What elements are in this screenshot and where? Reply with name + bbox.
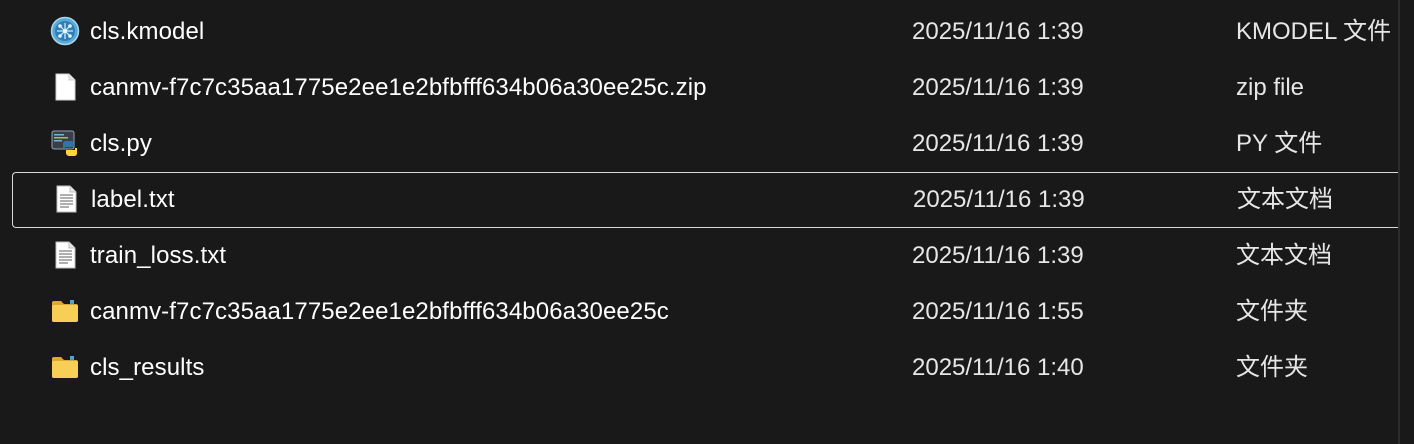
file-name: train_loss.txt (90, 242, 227, 269)
file-row-cls-py[interactable]: cls.py 2025/11/16 1:39 PY 文件 (0, 116, 1398, 172)
file-name: cls_results (90, 354, 205, 381)
text-file-icon (51, 184, 81, 214)
file-row-train-loss-txt[interactable]: train_loss.txt 2025/11/16 1:39 文本文档 (0, 228, 1398, 284)
file-date: 2025/11/16 1:39 (912, 242, 1084, 269)
python-file-icon (50, 128, 80, 158)
file-list: cls.kmodel 2025/11/16 1:39 KMODEL 文件 can… (0, 4, 1398, 396)
file-name: cls.kmodel (90, 18, 205, 45)
text-file-icon (50, 240, 80, 270)
blank-file-icon (50, 72, 80, 102)
file-row-cls-results-folder[interactable]: cls_results 2025/11/16 1:40 文件夹 (0, 340, 1398, 396)
file-type: 文件夹 (1236, 298, 1308, 325)
file-type: PY 文件 (1236, 130, 1323, 157)
file-date: 2025/11/16 1:39 (913, 186, 1085, 213)
file-row-canmv-folder[interactable]: canmv-f7c7c35aa1775e2ee1e2bfbfff634b06a3… (0, 284, 1398, 340)
file-name: cls.py (90, 130, 152, 157)
file-type: zip file (1236, 74, 1305, 101)
file-row-label-txt[interactable]: label.txt 2025/11/16 1:39 文本文档 (12, 172, 1398, 228)
file-row-zip[interactable]: canmv-f7c7c35aa1775e2ee1e2bfbfff634b06a3… (0, 60, 1398, 116)
file-date: 2025/11/16 1:39 (912, 74, 1084, 101)
kmodel-file-icon (50, 16, 80, 46)
scrollbar-track[interactable] (1398, 0, 1400, 444)
file-type: 文件夹 (1236, 354, 1308, 381)
file-type: 文本文档 (1237, 186, 1333, 213)
file-name: canmv-f7c7c35aa1775e2ee1e2bfbfff634b06a3… (90, 298, 669, 325)
file-type: KMODEL 文件 (1236, 18, 1392, 45)
file-date: 2025/11/16 1:55 (912, 298, 1084, 325)
file-type: 文本文档 (1236, 242, 1332, 269)
file-name: label.txt (91, 186, 175, 213)
folder-icon (50, 296, 80, 326)
file-date: 2025/11/16 1:39 (912, 18, 1084, 45)
file-row-cls-kmodel[interactable]: cls.kmodel 2025/11/16 1:39 KMODEL 文件 (0, 4, 1398, 60)
file-date: 2025/11/16 1:39 (912, 130, 1084, 157)
file-date: 2025/11/16 1:40 (912, 354, 1084, 381)
folder-icon (50, 352, 80, 382)
file-name: canmv-f7c7c35aa1775e2ee1e2bfbfff634b06a3… (90, 74, 707, 101)
